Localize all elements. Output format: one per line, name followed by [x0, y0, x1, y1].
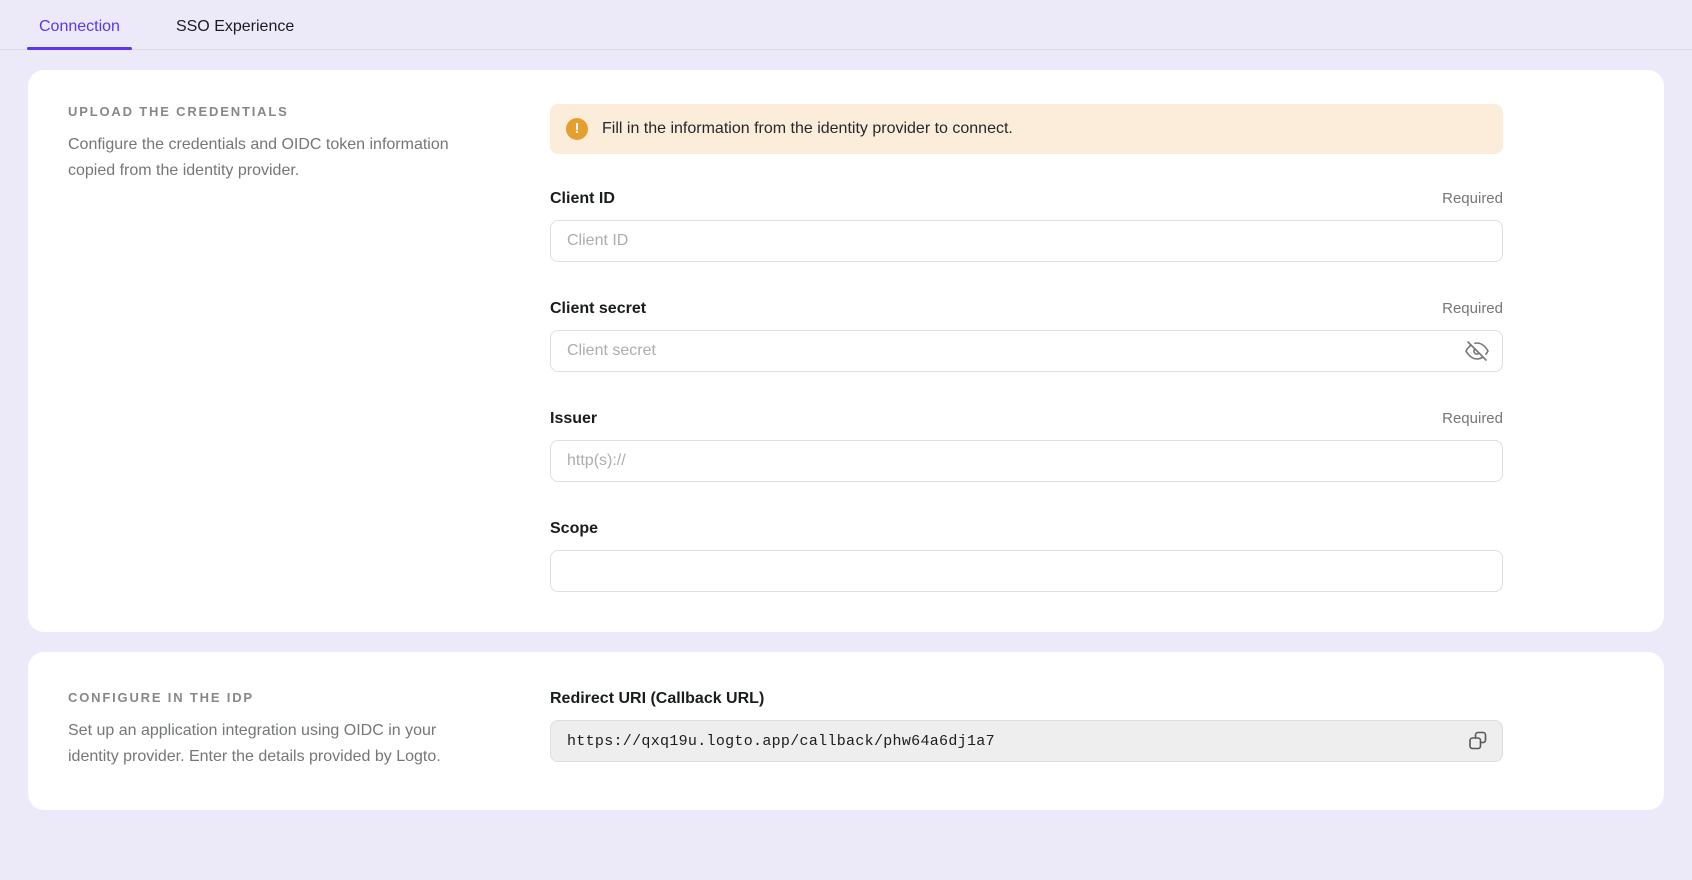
redirect-uri-value: https://qxq19u.logto.app/callback/phw64a… [567, 733, 1464, 750]
section-heading: UPLOAD THE CREDENTIALS [68, 104, 500, 119]
tab-sso-experience[interactable]: SSO Experience [170, 18, 300, 49]
warning-icon: ! [566, 118, 588, 140]
tab-connection[interactable]: Connection [33, 18, 126, 49]
redirect-uri-field-group: Redirect URI (Callback URL) https://qxq1… [550, 690, 1503, 762]
section-description: Set up an application integration using … [68, 718, 473, 770]
idp-section-intro: CONFIGURE IN THE IDP Set up an applicati… [68, 690, 550, 770]
warning-banner-text: Fill in the information from the identit… [602, 120, 1013, 138]
required-badge: Required [1442, 410, 1503, 427]
scope-input[interactable] [550, 550, 1503, 592]
client-id-label: Client ID [550, 190, 615, 208]
scope-label: Scope [550, 520, 598, 538]
issuer-label: Issuer [550, 410, 597, 428]
section-heading: CONFIGURE IN THE IDP [68, 690, 500, 705]
required-badge: Required [1442, 300, 1503, 317]
warning-banner: ! Fill in the information from the ident… [550, 104, 1503, 154]
client-id-field-group: Client ID Required [550, 190, 1503, 262]
issuer-input[interactable] [550, 440, 1503, 482]
tab-bar: Connection SSO Experience [0, 0, 1692, 50]
client-id-input[interactable] [550, 220, 1503, 262]
issuer-field-group: Issuer Required [550, 410, 1503, 482]
required-badge: Required [1442, 190, 1503, 207]
copy-icon[interactable] [1464, 727, 1492, 755]
client-secret-label: Client secret [550, 300, 646, 318]
section-description: Configure the credentials and OIDC token… [68, 132, 473, 184]
scope-field-group: Scope [550, 520, 1503, 592]
redirect-uri-readonly-field: https://qxq19u.logto.app/callback/phw64a… [550, 720, 1503, 762]
redirect-uri-label: Redirect URI (Callback URL) [550, 690, 764, 708]
credentials-card: UPLOAD THE CREDENTIALS Configure the cre… [28, 70, 1664, 632]
idp-card: CONFIGURE IN THE IDP Set up an applicati… [28, 652, 1664, 810]
eye-off-icon[interactable] [1465, 339, 1489, 363]
credentials-section-intro: UPLOAD THE CREDENTIALS Configure the cre… [68, 104, 550, 592]
client-secret-input[interactable] [550, 330, 1503, 372]
client-secret-field-group: Client secret Required [550, 300, 1503, 372]
